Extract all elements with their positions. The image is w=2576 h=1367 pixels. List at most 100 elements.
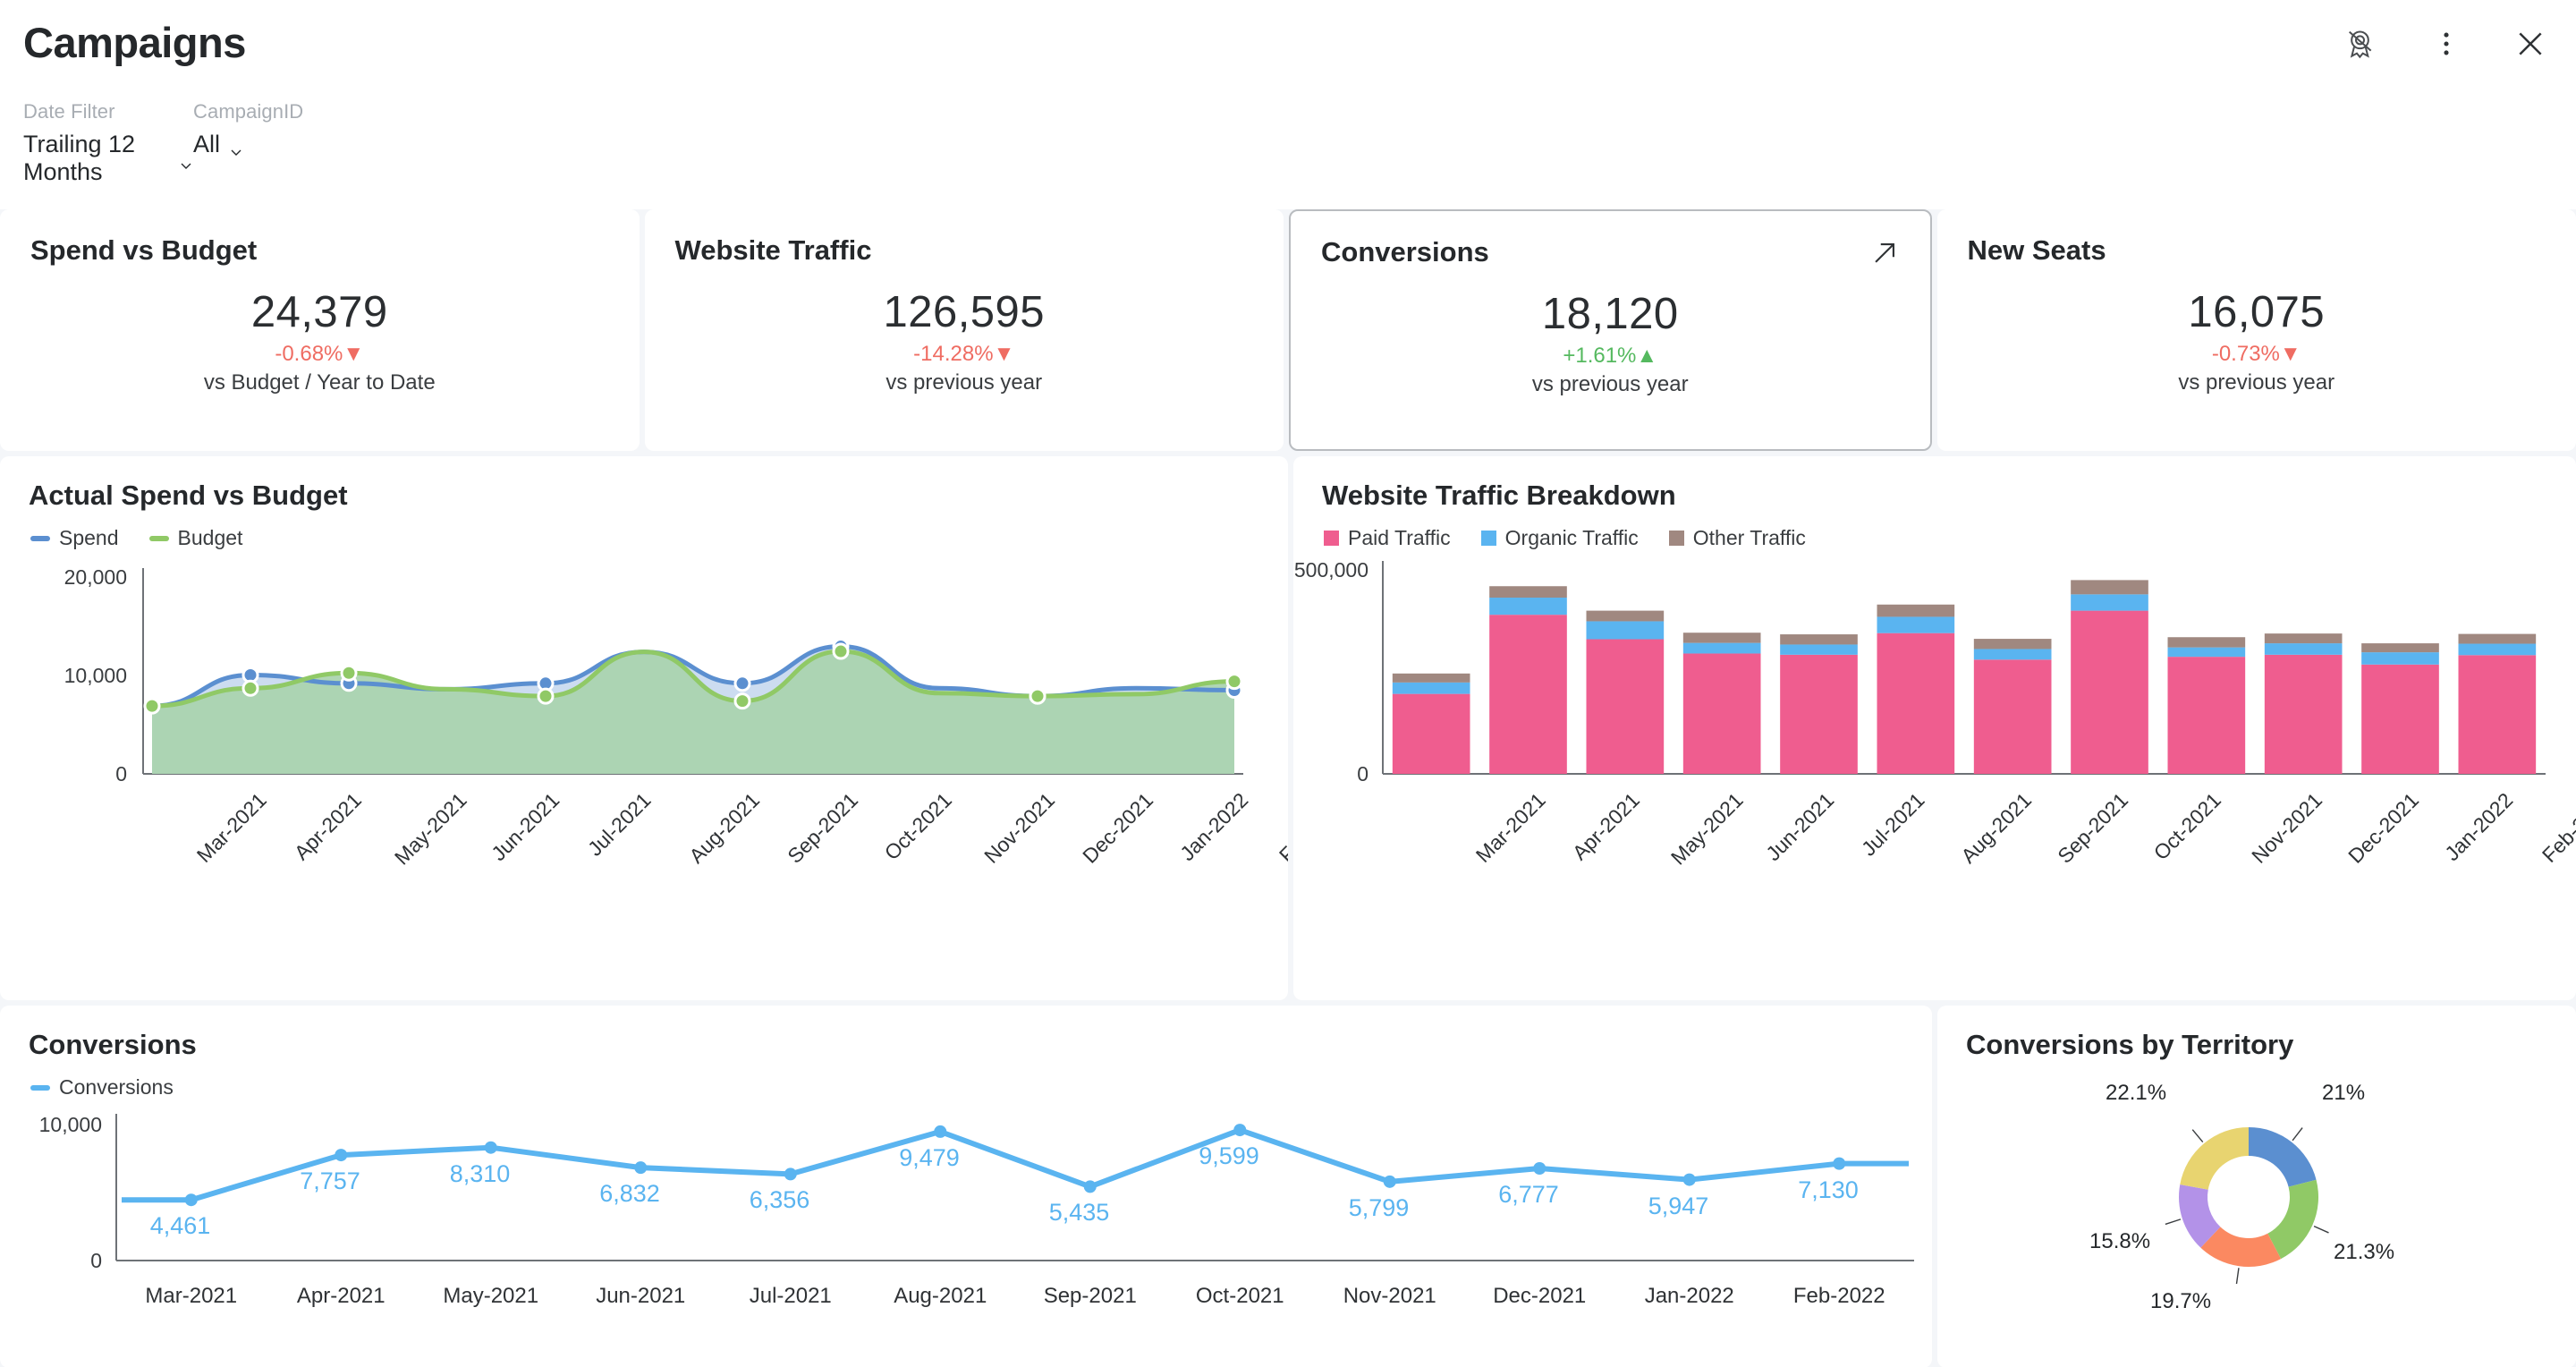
kpi-value: 24,379 <box>250 288 388 336</box>
svg-text:0: 0 <box>115 762 127 785</box>
svg-text:10,000: 10,000 <box>64 664 127 687</box>
filter-date: Date Filter Trailing 12 Months <box>23 100 193 209</box>
trend-up-icon: ▲ <box>1636 343 1658 368</box>
data-point-label: 5,799 <box>1348 1193 1410 1221</box>
legend-label: Budget <box>177 526 243 549</box>
svg-text:10,000: 10,000 <box>39 1113 102 1136</box>
legend-swatch-spend <box>30 535 50 541</box>
data-point-label: 7,757 <box>300 1167 360 1195</box>
kpi-subtitle: vs previous year <box>886 369 1043 395</box>
kpi-title: Conversions <box>1321 236 1489 267</box>
kpi-title: Spend vs Budget <box>30 234 258 266</box>
kpi-card-conversions[interactable]: Conversions 18,120 +1.61%▲ vs previous y… <box>1289 209 1932 451</box>
legend-swatch-organic <box>1480 531 1496 546</box>
x-axis-label: Aug-2021 <box>894 1284 987 1308</box>
legend-label: Spend <box>59 526 119 549</box>
dashboard-header: Campaigns <box>0 0 2576 93</box>
legend-swatch-conversions <box>30 1084 50 1091</box>
kpi-delta-value: -0.68% <box>275 341 343 366</box>
panel-title: Website Traffic Breakdown <box>1322 480 1676 511</box>
header-actions <box>2342 23 2551 64</box>
legend-swatch-budget <box>148 535 169 541</box>
trend-down-icon: ▼ <box>2279 341 2301 366</box>
kpi-delta: -0.68%▼ <box>30 342 609 367</box>
legend-traffic: Paid Traffic Organic Traffic Other Traff… <box>1293 512 2576 550</box>
x-axis-label: May-2021 <box>443 1284 539 1308</box>
x-axis-label: Oct-2021 <box>1195 1284 1284 1308</box>
kpi-value: 18,120 <box>1541 290 1679 338</box>
panel-website-traffic-breakdown: Website Traffic Breakdown Paid Traffic O… <box>1293 456 2576 1000</box>
legend-item-paid-traffic[interactable]: Paid Traffic <box>1324 526 1451 550</box>
chart-website-traffic-breakdown[interactable]: 0 500,000 Mar-2021 Apr-2021 May-2021 Jun-2021… <box>1293 550 2576 962</box>
legend-item-spend[interactable]: Spend <box>30 526 119 550</box>
kpi-card-website-traffic[interactable]: Website Traffic 126,595 -14.28%▼ vs prev… <box>644 209 1284 451</box>
legend-item-other-traffic[interactable]: Other Traffic <box>1668 526 1806 550</box>
kpi-title: Website Traffic <box>674 234 872 266</box>
filter-campaignid-select[interactable]: All <box>193 131 303 158</box>
kpi-delta: +1.61%▲ <box>1321 344 1900 369</box>
panel-title: Actual Spend vs Budget <box>29 480 348 511</box>
kpi-card-new-seats[interactable]: New Seats 16,075 -0.73%▼ vs previous yea… <box>1936 209 2576 451</box>
kpi-row: Spend vs Budget 24,379 -0.68%▼ vs Budget… <box>0 209 2576 451</box>
x-axis-label: Feb-2022 <box>1792 1284 1885 1308</box>
x-axis-label: Dec-2021 <box>1493 1284 1587 1308</box>
kpi-value: 126,595 <box>883 288 1046 336</box>
certified-off-icon[interactable] <box>2342 23 2383 64</box>
kpi-subtitle: vs previous year <box>2178 369 2335 395</box>
data-point-label: 9,599 <box>1199 1142 1259 1170</box>
pie-slice-label: 21% <box>2322 1081 2366 1105</box>
filter-campaignid-label: CampaignID <box>193 100 304 123</box>
pie-slice-label: 19.7% <box>2150 1289 2212 1313</box>
legend-conversions: Conversions <box>0 1061 1932 1100</box>
legend-spend: Spend Budget <box>0 512 1288 550</box>
panel-conversions: Conversions Conversions 0 10,000 4,461 7,75… <box>0 1006 1932 1367</box>
chart-actual-spend-vs-budget[interactable]: 0 10,000 20,000 Mar-2021 Apr-2021 May-2021 Jun… <box>0 550 1288 962</box>
legend-item-budget[interactable]: Budget <box>148 526 243 550</box>
legend-label: Paid Traffic <box>1348 526 1451 549</box>
legend-label: Other Traffic <box>1692 526 1806 549</box>
kpi-delta: -0.73%▼ <box>1968 342 2546 367</box>
dashboard-root: Campaigns Date Filter Trailing 12 Months… <box>0 0 2576 1367</box>
filter-campaignid-value: All <box>193 131 221 157</box>
close-icon[interactable] <box>2510 23 2551 64</box>
chart-conversions-by-territory[interactable]: 21% 21.3% 19.7% 15.8% 22.1% <box>1937 1061 2576 1356</box>
chevron-down-icon <box>179 151 193 169</box>
kpi-value: 16,075 <box>2188 288 2326 336</box>
svg-text:500,000: 500,000 <box>1294 558 1368 582</box>
x-axis-label: Apr-2021 <box>296 1284 386 1308</box>
filter-date-select[interactable]: Trailing 12 Months <box>23 131 193 186</box>
data-point-label: 4,461 <box>149 1212 211 1240</box>
filter-date-label: Date Filter <box>23 100 115 123</box>
more-vertical-icon[interactable] <box>2426 23 2467 64</box>
pie-slice-label: 21.3% <box>2334 1240 2395 1264</box>
kpi-delta-value: +1.61% <box>1563 343 1637 368</box>
data-point-label: 9,479 <box>899 1143 960 1171</box>
chevron-down-icon <box>229 138 243 156</box>
trend-down-icon: ▼ <box>993 341 1015 366</box>
x-axis-label: Jun-2021 <box>596 1284 686 1308</box>
data-point-label: 6,356 <box>749 1186 810 1214</box>
dashboard-grid: Spend vs Budget 24,379 -0.68%▼ vs Budget… <box>0 209 2576 1367</box>
filter-date-value: Trailing 12 Months <box>23 131 136 185</box>
data-point-label: 5,947 <box>1648 1192 1709 1219</box>
data-point-label: 5,435 <box>1048 1199 1110 1227</box>
svg-text:20,000: 20,000 <box>64 565 127 589</box>
filter-bar: Date Filter Trailing 12 Months CampaignI… <box>0 93 2576 209</box>
kpi-delta-value: -14.28% <box>913 341 994 366</box>
data-point-label: 6,777 <box>1498 1180 1559 1208</box>
svg-text:0: 0 <box>90 1249 102 1272</box>
kpi-title: New Seats <box>1967 234 2106 266</box>
trend-down-icon: ▼ <box>343 341 365 366</box>
x-axis-label: Nov-2021 <box>1343 1284 1436 1308</box>
legend-item-conversions[interactable]: Conversions <box>30 1075 174 1100</box>
kpi-delta-value: -0.73% <box>2211 341 2280 366</box>
pie-slice-label: 22.1% <box>2106 1081 2167 1105</box>
legend-swatch-paid <box>1324 531 1339 546</box>
expand-arrow-icon[interactable] <box>1869 238 1900 273</box>
kpi-card-spend-vs-budget[interactable]: Spend vs Budget 24,379 -0.68%▼ vs Budget… <box>0 209 640 451</box>
x-axis-label: Jan-2022 <box>1644 1284 1734 1308</box>
panel-actual-spend-vs-budget: Actual Spend vs Budget Spend Budget 0 10,… <box>0 456 1288 1000</box>
chart-conversions[interactable]: 0 10,000 4,461 7,757 8,310 6,832 6,356 9,479 5,4… <box>0 1100 1932 1367</box>
data-point-label: 8,310 <box>449 1159 511 1187</box>
legend-item-organic-traffic[interactable]: Organic Traffic <box>1480 526 1639 550</box>
